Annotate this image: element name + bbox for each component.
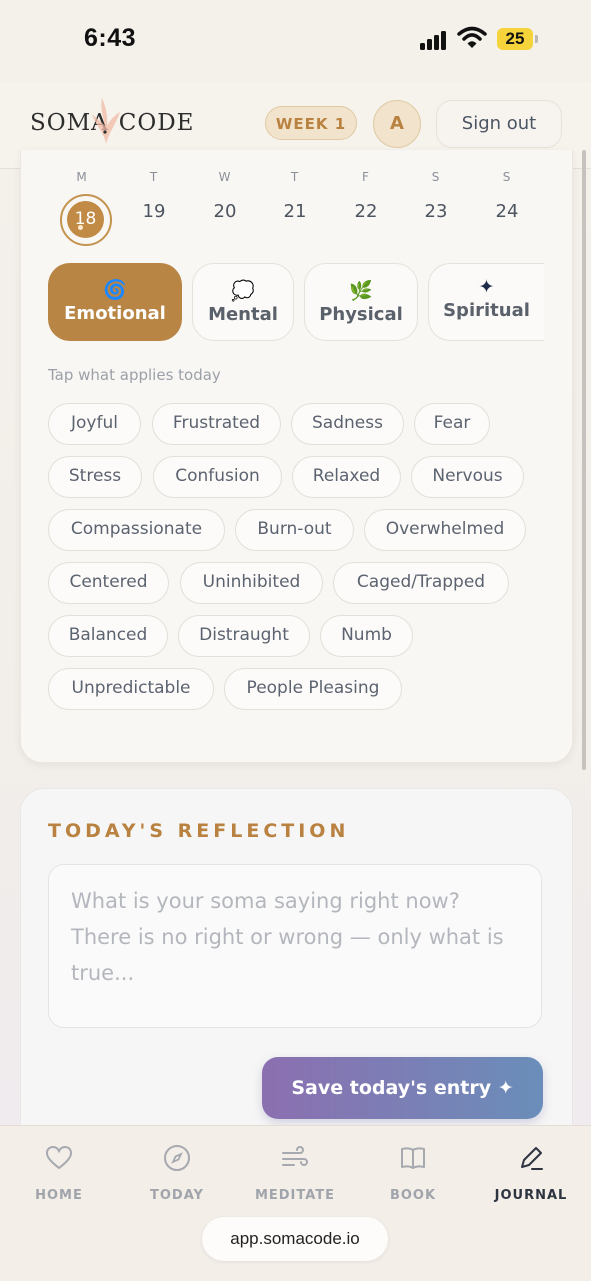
day-number: 20	[213, 201, 237, 222]
spiral-icon: 🌀	[103, 279, 127, 301]
status-bar: 6:43 25	[0, 0, 591, 80]
chip-balanced[interactable]: Balanced	[48, 615, 168, 657]
day-number: 23	[424, 201, 448, 222]
week-badge[interactable]: WEEK 1	[265, 106, 357, 140]
day-letter: T	[149, 170, 159, 184]
chip-relaxed[interactable]: Relaxed	[292, 456, 401, 498]
wind-icon	[282, 1146, 308, 1166]
day-letter: M	[76, 170, 88, 184]
nav-journal[interactable]: JOURNAL	[481, 1142, 581, 1203]
chip-confusion[interactable]: Confusion	[153, 456, 282, 498]
day-thursday-21[interactable]: T 21	[265, 170, 325, 222]
nav-label: BOOK	[389, 1188, 437, 1203]
sparkle-icon: ✦	[478, 276, 495, 298]
wifi-icon	[457, 26, 487, 48]
chip-overwhelmed[interactable]: Overwhelmed	[364, 509, 526, 551]
day-letter: W	[218, 170, 232, 184]
day-letter: F	[362, 170, 370, 184]
tab-physical[interactable]: 🌿 Physical	[304, 263, 418, 341]
chip-numb[interactable]: Numb	[320, 615, 413, 657]
chip-compassionate[interactable]: Compassionate	[48, 509, 225, 551]
nav-book[interactable]: BOOK	[363, 1142, 463, 1203]
tab-spiritual[interactable]: ✦ Spiritual	[428, 263, 544, 341]
day-wednesday-20[interactable]: W 20	[195, 170, 255, 222]
day-monday-18[interactable]: M 18	[52, 170, 112, 246]
chip-people-pleasing[interactable]: People Pleasing	[224, 668, 402, 710]
chip-burn-out[interactable]: Burn-out	[235, 509, 354, 551]
logo-text-right: CODE	[118, 110, 195, 136]
today-dot	[78, 225, 83, 230]
tab-emotional[interactable]: 🌀 Emotional	[48, 263, 182, 341]
day-letter: S	[502, 170, 512, 184]
chip-uninhibited[interactable]: Uninhibited	[180, 562, 323, 604]
tab-label: Spiritual	[443, 300, 530, 321]
day-sunday-24[interactable]: S 24	[477, 170, 537, 222]
thought-bubble-icon: 💭	[231, 280, 255, 302]
day-number: 19	[142, 201, 166, 222]
pen-icon	[521, 1147, 543, 1170]
day-friday-22[interactable]: F 22	[336, 170, 396, 222]
compass-icon	[164, 1145, 190, 1171]
herb-icon: 🌿	[349, 280, 373, 302]
chip-nervous[interactable]: Nervous	[411, 456, 524, 498]
day-letter: S	[431, 170, 441, 184]
reflection-title: TODAY'S REFLECTION	[48, 820, 350, 842]
sign-out-button[interactable]: Sign out	[436, 100, 562, 148]
phoenix-logo-icon	[92, 98, 120, 144]
tab-label: Mental	[208, 304, 278, 325]
cell-signal-icon	[420, 30, 450, 50]
tab-label: Emotional	[64, 303, 166, 324]
chip-caged-trapped[interactable]: Caged/Trapped	[333, 562, 509, 604]
book-icon	[401, 1147, 425, 1169]
nav-label: HOME	[35, 1188, 83, 1203]
week-day-strip: M 18 T 19 W 20 T 21 F 22 S 23 S 24	[48, 170, 538, 250]
heart-icon	[45, 1145, 73, 1170]
chip-sadness[interactable]: Sadness	[291, 403, 404, 445]
day-number: 22	[354, 201, 378, 222]
nav-label: TODAY	[150, 1188, 204, 1203]
tab-label: Physical	[319, 304, 403, 325]
chip-frustrated[interactable]: Frustrated	[152, 403, 281, 445]
chip-stress[interactable]: Stress	[48, 456, 142, 498]
day-number: 18	[67, 201, 104, 238]
day-tuesday-19[interactable]: T 19	[124, 170, 184, 222]
day-number: 21	[283, 201, 307, 222]
browser-url-bar[interactable]: app.somacode.io	[202, 1217, 388, 1261]
nav-label: MEDITATE	[254, 1188, 336, 1203]
battery-icon: 25	[497, 28, 533, 50]
nav-today[interactable]: TODAY	[127, 1142, 227, 1203]
scrollbar[interactable]	[582, 150, 586, 770]
nav-meditate[interactable]: MEDITATE	[245, 1142, 345, 1203]
day-number: 24	[495, 201, 519, 222]
chip-centered[interactable]: Centered	[48, 562, 169, 604]
tab-mental[interactable]: 💭 Mental	[192, 263, 294, 341]
nav-home[interactable]: HOME	[9, 1142, 109, 1203]
tap-hint: Tap what applies today	[48, 366, 221, 384]
avatar[interactable]: A	[373, 100, 421, 148]
day-letter: T	[290, 170, 300, 184]
chip-distraught[interactable]: Distraught	[178, 615, 310, 657]
day-saturday-23[interactable]: S 23	[406, 170, 466, 222]
nav-label: JOURNAL	[494, 1188, 568, 1203]
reflection-textarea[interactable]: What is your soma saying right now? Ther…	[48, 864, 542, 1028]
chip-unpredictable[interactable]: Unpredictable	[48, 668, 214, 710]
save-entry-button[interactable]: Save today's entry ✦	[262, 1057, 543, 1119]
chip-joyful[interactable]: Joyful	[48, 403, 141, 445]
chip-fear[interactable]: Fear	[414, 403, 490, 445]
status-time: 6:43	[84, 24, 137, 52]
